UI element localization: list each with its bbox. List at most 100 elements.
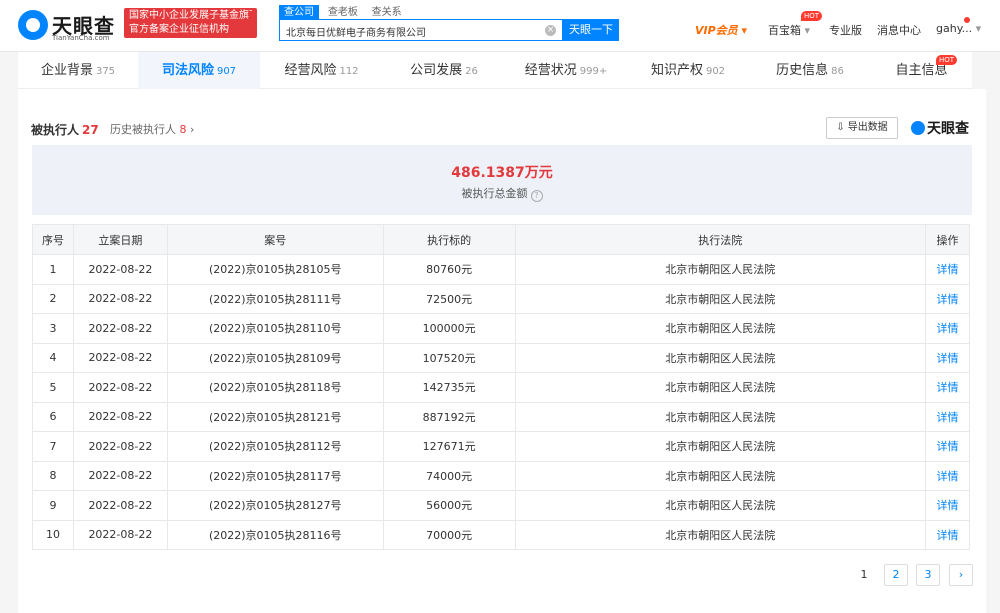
table-header-row: 序号 立案日期 案号 执行标的 执行法院 操作 bbox=[32, 224, 970, 255]
tab-business-status[interactable]: 经营状况 999+ bbox=[505, 52, 627, 89]
user-menu[interactable]: gahy... ▾ bbox=[936, 22, 981, 35]
search-type-tabs: 查公司 查老板 查关系 bbox=[279, 4, 407, 20]
executed-person-card: 被执行人 27 历史被执行人 8 › ⇩ 导出数据 天眼查 486.1387万元 … bbox=[18, 89, 986, 613]
cell-amount: 107520元 bbox=[382, 342, 516, 373]
tab-company-development[interactable]: 公司发展 26 bbox=[383, 52, 505, 89]
logo-icon bbox=[18, 10, 48, 40]
export-button[interactable]: ⇩ 导出数据 bbox=[826, 117, 898, 139]
tab-count: 112 bbox=[339, 66, 359, 77]
hot-badge: HOT bbox=[936, 55, 958, 65]
details-link[interactable]: 详情 bbox=[925, 490, 970, 521]
details-link[interactable]: 详情 bbox=[925, 431, 970, 462]
search-button[interactable]: 天眼一下 bbox=[563, 19, 619, 41]
search-tab-boss[interactable]: 查老板 bbox=[323, 5, 363, 20]
clear-icon[interactable]: × bbox=[545, 25, 556, 36]
details-link[interactable]: 详情 bbox=[925, 313, 970, 344]
cell-amount: 56000元 bbox=[382, 490, 516, 521]
cell-case-number: (2022)京0105执28109号 bbox=[166, 342, 384, 373]
help-icon[interactable]: ? bbox=[530, 190, 543, 202]
page-3[interactable]: 3 bbox=[916, 564, 940, 586]
col-index: 序号 bbox=[32, 224, 74, 255]
details-link[interactable]: 详情 bbox=[925, 460, 970, 491]
cell-index: 6 bbox=[32, 401, 74, 432]
treasure-link[interactable]: 百宝箱 ▾ bbox=[768, 22, 810, 38]
search-tab-relation[interactable]: 查关系 bbox=[367, 5, 407, 20]
details-link[interactable]: 详情 bbox=[925, 342, 970, 373]
col-amount: 执行标的 bbox=[382, 224, 516, 255]
cell-case-number: (2022)京0105执28127号 bbox=[166, 490, 384, 521]
tab-enterprise-background[interactable]: 企业背景 375 bbox=[18, 52, 138, 89]
tab-judicial-risk[interactable]: 司法风险 907 bbox=[138, 52, 260, 89]
details-link[interactable]: 详情 bbox=[925, 283, 970, 314]
tab-history[interactable]: 历史信息 86 bbox=[749, 52, 871, 89]
total-amount: 486.1387万元 bbox=[451, 165, 553, 181]
next-page-button[interactable]: › bbox=[949, 564, 973, 586]
tab-intellectual-property[interactable]: 知识产权 902 bbox=[627, 52, 749, 89]
search-tab-company[interactable]: 查公司 bbox=[279, 5, 319, 20]
chevron-right-icon: › bbox=[190, 123, 195, 136]
cell-filing-date: 2022-08-22 bbox=[72, 283, 168, 314]
tab-label: 司法风险 bbox=[161, 63, 214, 78]
section-tabs: 企业背景 375 司法风险 907 经营风险 112 公司发展 26 经营状况 999+ … bbox=[18, 52, 972, 89]
details-link[interactable]: 详情 bbox=[925, 254, 970, 285]
cell-amount: 127671元 bbox=[382, 431, 516, 462]
logo-domain: TianYanCha.com bbox=[52, 34, 110, 42]
cell-court: 北京市朝阳区人民法院 bbox=[514, 490, 927, 521]
tab-count: 907 bbox=[216, 66, 237, 77]
cell-index: 8 bbox=[32, 460, 74, 491]
tab-label: 经营风险 bbox=[284, 63, 337, 78]
cell-court: 北京市朝阳区人民法院 bbox=[514, 372, 927, 403]
cell-case-number: (2022)京0105执28110号 bbox=[166, 313, 384, 344]
cell-filing-date: 2022-08-22 bbox=[72, 460, 168, 491]
history-count: 8 bbox=[179, 123, 187, 136]
tab-own-info[interactable]: 自主信息 bbox=[871, 52, 972, 89]
cell-index: 4 bbox=[32, 342, 74, 373]
cell-court: 北京市朝阳区人民法院 bbox=[514, 283, 927, 314]
details-link[interactable]: 详情 bbox=[925, 519, 970, 550]
pro-link[interactable]: 专业版 bbox=[829, 22, 862, 38]
chevron-down-icon: ▾ bbox=[741, 24, 748, 37]
tab-count: 902 bbox=[705, 66, 726, 77]
tab-operating-risk[interactable]: 经营风险 112 bbox=[260, 52, 383, 89]
table-row: 8 2022-08-22 (2022)京0105执28117号 74000元 北京市朝阳… bbox=[32, 460, 970, 491]
brand-watermark: 天眼查 bbox=[911, 118, 969, 138]
cell-amount: 887192元 bbox=[382, 401, 516, 432]
cell-index: 9 bbox=[32, 490, 74, 521]
cell-filing-date: 2022-08-22 bbox=[72, 401, 168, 432]
cell-index: 1 bbox=[32, 254, 74, 285]
page-2[interactable]: 2 bbox=[884, 564, 908, 586]
cell-court: 北京市朝阳区人民法院 bbox=[514, 342, 927, 373]
badge-line-2: 官方备案企业征信机构 bbox=[129, 24, 229, 35]
details-link[interactable]: 详情 bbox=[925, 401, 970, 432]
cell-court: 北京市朝阳区人民法院 bbox=[514, 460, 927, 491]
table-row: 3 2022-08-22 (2022)京0105执28110号 100000元 北京市朝… bbox=[32, 313, 970, 344]
executed-table: 序号 立案日期 案号 执行标的 执行法院 操作 1 2022-08-22 (2022… bbox=[32, 224, 970, 550]
cell-filing-date: 2022-08-22 bbox=[72, 519, 168, 550]
user-name: gahy... bbox=[936, 22, 973, 35]
search-input-value: 北京每日优鲜电子商务有限公司 bbox=[286, 28, 426, 39]
cell-filing-date: 2022-08-22 bbox=[72, 313, 168, 344]
tab-count: 26 bbox=[465, 66, 478, 77]
tab-label: 经营状况 bbox=[524, 63, 577, 78]
page-1[interactable]: 1 bbox=[852, 564, 876, 586]
cell-amount: 74000元 bbox=[382, 460, 516, 491]
tab-label: 历史信息 bbox=[776, 63, 829, 78]
cell-index: 2 bbox=[32, 283, 74, 314]
table-row: 4 2022-08-22 (2022)京0105执28109号 107520元 北京市朝… bbox=[32, 342, 970, 373]
site-logo[interactable]: 天眼查 TianYanCha.com bbox=[18, 8, 118, 44]
history-executed-link[interactable]: 历史被执行人 8 › bbox=[110, 121, 194, 137]
chevron-down-icon: ▾ bbox=[975, 22, 982, 35]
tab-label: 企业背景 bbox=[40, 63, 93, 78]
details-link[interactable]: 详情 bbox=[925, 372, 970, 403]
cell-index: 7 bbox=[32, 431, 74, 462]
table-row: 10 2022-08-22 (2022)京0105执28116号 70000元 北京市朝… bbox=[32, 519, 970, 550]
vip-link[interactable]: VIP会员 ▾ bbox=[695, 22, 747, 38]
search-input[interactable]: 北京每日优鲜电子商务有限公司 × bbox=[279, 19, 563, 41]
chevron-down-icon: ▾ bbox=[804, 24, 811, 37]
vip-label: VIP会员 bbox=[695, 24, 738, 37]
tab-count: 375 bbox=[95, 66, 116, 77]
cell-court: 北京市朝阳区人民法院 bbox=[514, 254, 927, 285]
section-title-label: 被执行人 bbox=[31, 123, 80, 137]
cell-case-number: (2022)京0105执28112号 bbox=[166, 431, 384, 462]
messages-link[interactable]: 消息中心 bbox=[877, 22, 921, 38]
